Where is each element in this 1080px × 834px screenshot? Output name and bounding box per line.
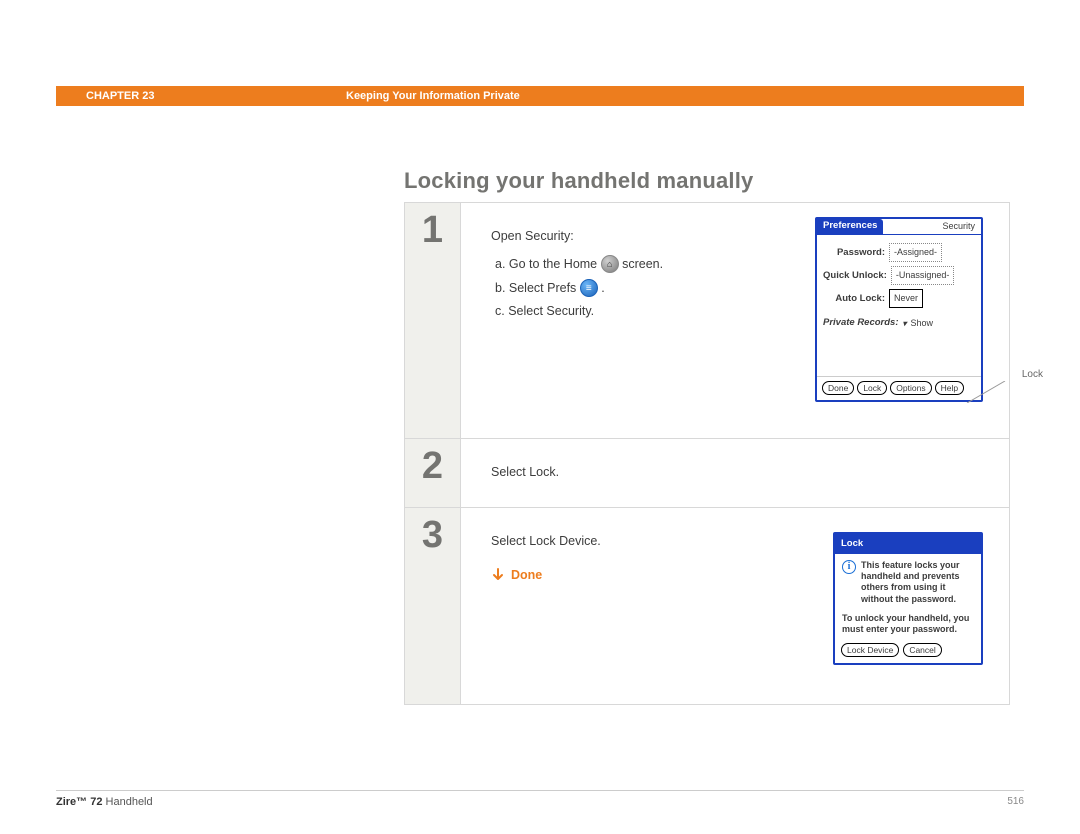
page-title: Locking your handheld manually: [404, 168, 754, 194]
palm-row-quickunlock: Quick Unlock: -Unassigned-: [823, 266, 975, 285]
palm-cancel-button: Cancel: [903, 643, 941, 657]
palm-titlebar: Preferences Security: [817, 219, 981, 235]
step-3: 3 Select Lock Device. Done Lock i This f…: [405, 508, 1009, 704]
lock-callout-label: Lock: [1022, 365, 1043, 384]
step-1: 1 Open Security: a. Go to the Home ⌂ scr…: [405, 203, 1009, 439]
chapter-header: CHAPTER 23 Keeping Your Information Priv…: [56, 86, 1024, 106]
palm-options-button: Options: [890, 381, 931, 395]
palm-lock-dialog-screenshot: Lock i This feature locks your handheld …: [833, 532, 983, 666]
step-2: 2 Select Lock.: [405, 439, 1009, 508]
palm-title-left: Preferences: [817, 219, 883, 234]
palm-preferences-screenshot: Preferences Security Password: -Assigned…: [815, 217, 983, 402]
step-body: Open Security: a. Go to the Home ⌂ scree…: [461, 203, 1009, 438]
down-arrow-icon: [491, 568, 505, 582]
palm-row-autolock: Auto Lock: Never: [823, 289, 975, 308]
palm-done-button: Done: [822, 381, 854, 395]
palm-help-button: Help: [935, 381, 964, 395]
footer-divider: [56, 790, 1024, 791]
step-body: Select Lock.: [461, 439, 1009, 507]
chapter-title: Keeping Your Information Private: [346, 90, 520, 102]
chapter-number: CHAPTER 23: [86, 90, 346, 102]
palm-dialog-msg2: To unlock your handheld, you must enter …: [842, 613, 974, 636]
palm-lock-button: Lock: [857, 381, 887, 395]
palm-dialog-msg1: i This feature locks your handheld and p…: [842, 560, 974, 605]
footer-product: Zire™ 72 Handheld: [56, 796, 153, 808]
palm-row-password: Password: -Assigned-: [823, 243, 975, 262]
palm-title-right: Security: [942, 218, 981, 235]
step-number: 3: [405, 508, 461, 704]
palm-dialog-body: i This feature locks your handheld and p…: [835, 554, 981, 640]
palm-dialog-buttons: Lock Device Cancel: [835, 639, 981, 663]
dropdown-icon: ▾: [903, 316, 907, 331]
footer-page-number: 516: [1007, 796, 1024, 808]
steps-container: 1 Open Security: a. Go to the Home ⌂ scr…: [404, 202, 1010, 705]
palm-dialog-title: Lock: [835, 534, 981, 554]
page-footer: Zire™ 72 Handheld 516: [56, 796, 1024, 808]
palm-body: Password: -Assigned- Quick Unlock: -Unas…: [817, 235, 981, 336]
palm-lock-device-button: Lock Device: [841, 643, 899, 657]
prefs-icon: ≡: [580, 279, 598, 297]
home-icon: ⌂: [601, 255, 619, 273]
palm-row-private: Private Records: ▾ Show: [823, 314, 975, 332]
palm-button-row: Done Lock Options Help: [817, 376, 981, 400]
step-number: 2: [405, 439, 461, 507]
info-icon: i: [842, 560, 856, 574]
step-body: Select Lock Device. Done Lock i This fea…: [461, 508, 1009, 704]
step-number: 1: [405, 203, 461, 438]
step-text: Select Lock.: [491, 465, 559, 479]
